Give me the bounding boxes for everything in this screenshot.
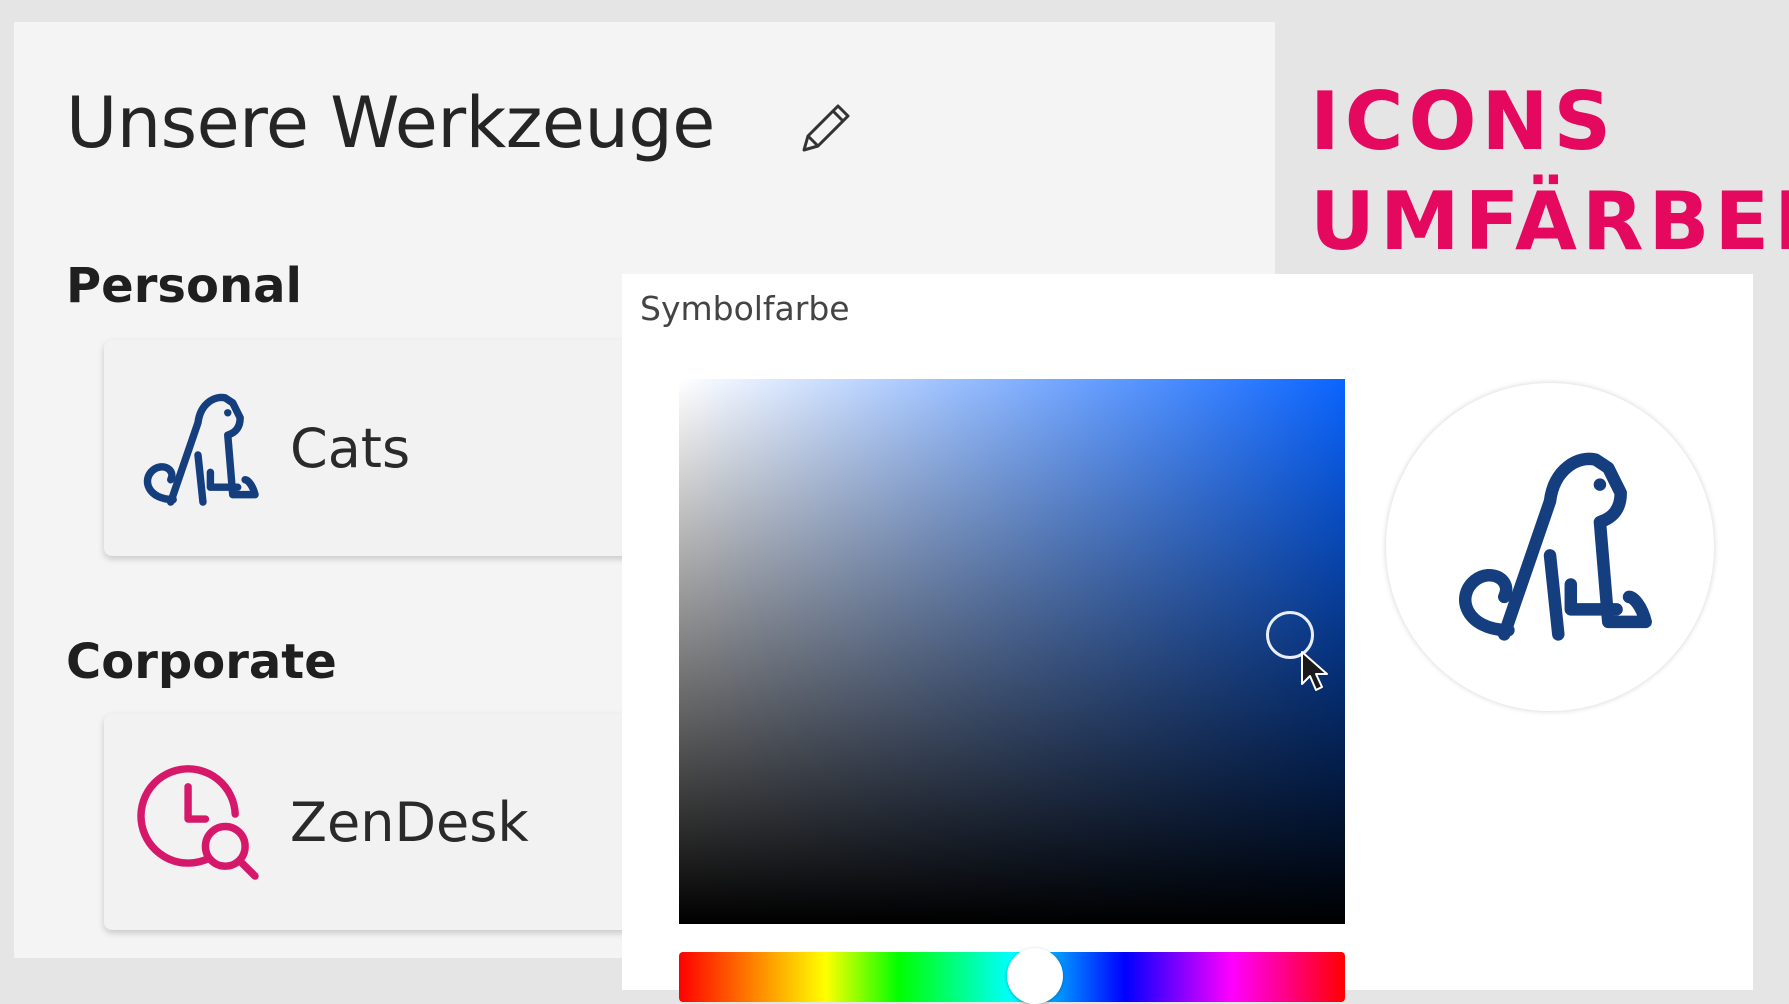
headline: ICONS UMFÄRBEN — [1310, 72, 1789, 272]
tool-card-label: ZenDesk — [290, 791, 529, 854]
cat-icon — [143, 393, 259, 506]
icon-preview — [1386, 383, 1714, 711]
saturation-value-area[interactable] — [679, 379, 1345, 924]
page-title: Unsere Werkzeuge — [66, 82, 715, 164]
section-heading-personal: Personal — [66, 258, 302, 314]
color-picker-dialog: Symbolfarbe — [622, 274, 1753, 1004]
hue-slider[interactable] — [679, 948, 1345, 1004]
cat-icon — [1459, 452, 1652, 641]
hue-slider-thumb[interactable] — [1007, 948, 1063, 1004]
clock-search-icon — [137, 765, 259, 880]
mouse-pointer-icon — [1301, 651, 1328, 691]
color-picker-title: Symbolfarbe — [640, 289, 850, 328]
section-heading-corporate: Corporate — [66, 634, 337, 690]
tool-card-label: Cats — [290, 417, 411, 480]
headline-line: UMFÄRBEN — [1310, 175, 1789, 268]
pencil-icon[interactable] — [794, 96, 858, 160]
headline-line: ICONS — [1310, 75, 1617, 168]
